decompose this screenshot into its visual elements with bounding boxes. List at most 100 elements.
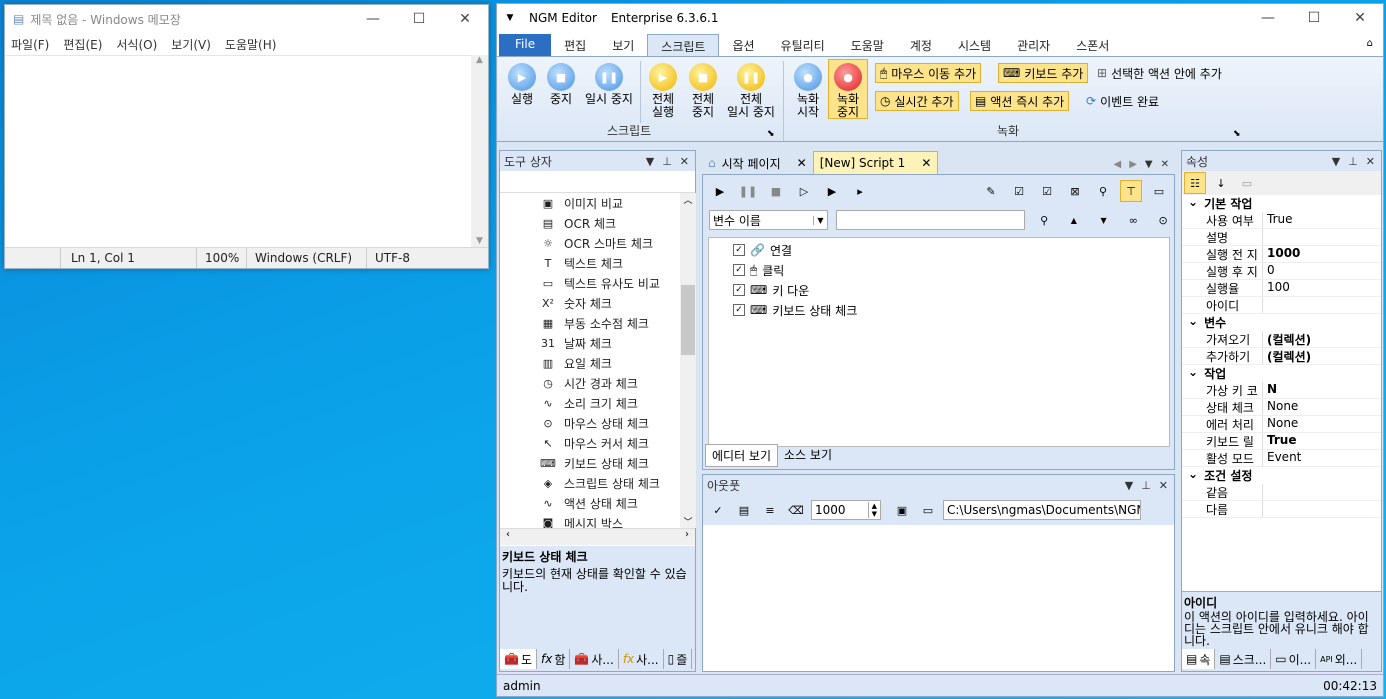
toolbox-item[interactable]: ▦ 부동 소수점 체크 <box>500 313 680 333</box>
property-value[interactable]: N <box>1262 382 1381 398</box>
up-icon[interactable]: ▲ <box>1063 209 1085 231</box>
stop-all-button[interactable]: ■ 전체 중지 <box>685 63 721 119</box>
maximize-icon[interactable]: ☐ <box>1291 10 1337 26</box>
event-done-button[interactable]: ⟳ 이벤트 완료 <box>1082 91 1163 111</box>
tab-external[interactable]: API 외... <box>1316 649 1363 669</box>
categorized-icon[interactable]: ☷ <box>1184 172 1206 194</box>
toolbox-search-input[interactable] <box>500 171 695 193</box>
property-value[interactable] <box>1262 501 1381 517</box>
toolbox-item[interactable]: T 텍스트 체크 <box>500 253 680 273</box>
add-to-selected-button[interactable]: ⊞ 선택한 액션 안에 추가 <box>1093 63 1226 83</box>
property-row[interactable]: 에러 처리 None <box>1182 416 1381 433</box>
run-from-icon[interactable]: ▷ <box>793 180 815 202</box>
stop-icon[interactable]: ■ <box>765 180 787 202</box>
tab-system[interactable]: 시스템 <box>945 34 1004 56</box>
tab-source-view[interactable]: 소스 보기 <box>778 444 838 467</box>
run-icon[interactable]: ▶ <box>709 180 731 202</box>
variable-value-input[interactable] <box>835 210 1026 230</box>
property-value[interactable]: (컬렉션) <box>1262 331 1381 347</box>
menu-edit[interactable]: 편집(E) <box>63 36 102 53</box>
toolbox-item[interactable]: X² 숫자 체크 <box>500 293 680 313</box>
toolbox-item[interactable]: ▤ OCR 체크 <box>500 213 680 233</box>
script-action-item[interactable]: ✓ ⌨ 키 다운 <box>733 280 1169 300</box>
menu-view[interactable]: 보기(V) <box>171 36 211 53</box>
toolbox-item[interactable]: ▣ 이미지 비교 <box>500 193 680 213</box>
loop-icon[interactable]: ∞ <box>1122 209 1144 231</box>
close-icon[interactable]: ✕ <box>1159 479 1168 492</box>
run-button[interactable]: ▶ 실행 <box>505 63 539 106</box>
property-row[interactable]: 사용 여부 True <box>1182 212 1381 229</box>
list-icon[interactable]: ≡ <box>759 499 781 521</box>
tab-toolbox[interactable]: 🧰 도 <box>500 649 537 669</box>
toolbox-item[interactable]: ◙ 메시지 박스 <box>500 513 680 529</box>
tab-help[interactable]: 도움말 <box>838 34 897 56</box>
tab-new-script[interactable]: [New] Script 1 ✕ <box>812 151 939 174</box>
tab-user-tools[interactable]: 🧰 사... <box>570 649 619 669</box>
property-category[interactable]: ⌄ 기본 작업 <box>1182 195 1381 212</box>
folder-icon[interactable]: ▭ <box>917 499 939 521</box>
close-icon[interactable]: ✕ <box>1161 159 1169 170</box>
minimize-icon[interactable]: — <box>350 11 396 27</box>
property-value[interactable]: None <box>1262 416 1381 432</box>
close-icon[interactable]: ✕ <box>921 156 931 170</box>
scroll-right-icon[interactable]: ▶ <box>1129 159 1137 170</box>
tab-script[interactable]: 스크립트 <box>647 34 720 56</box>
toolbox-item[interactable]: ⌨ 키보드 상태 체크 <box>500 453 680 473</box>
menu-format[interactable]: 서식(O) <box>116 36 157 53</box>
save-icon[interactable]: ▣ <box>891 499 913 521</box>
eraser-icon[interactable]: ⌫ <box>785 499 807 521</box>
tab-file[interactable]: File <box>499 34 552 56</box>
scroll-left-icon[interactable]: ◀ <box>1114 159 1122 170</box>
property-row[interactable]: 활성 모드 Event <box>1182 450 1381 467</box>
log-path-field[interactable]: C:\Users\ngmas\Documents\NGM6\ <box>943 500 1141 520</box>
delete-icon[interactable]: ⊠ <box>1064 180 1086 202</box>
property-value[interactable]: True <box>1262 433 1381 449</box>
run-all-button[interactable]: ▶ 전체 실행 <box>645 63 681 119</box>
property-value[interactable]: None <box>1262 399 1381 415</box>
tab-user-functions[interactable]: fx 사... <box>619 649 664 669</box>
property-row[interactable]: 아이디 <box>1182 297 1381 314</box>
action-checkbox[interactable]: ✓ <box>733 244 745 256</box>
notepad-scrollbar[interactable]: ▲ ▼ <box>471 55 488 248</box>
chevron-down-icon[interactable]: ⌄ <box>1182 195 1198 212</box>
clear-log-icon[interactable]: ✓ <box>707 499 729 521</box>
menu-file[interactable]: 파일(F) <box>11 36 49 53</box>
run-selected-icon[interactable]: ▶ <box>821 180 843 202</box>
check-icon[interactable]: ☑ <box>1036 180 1058 202</box>
property-row[interactable]: 추가하기 (컬렉션) <box>1182 348 1381 365</box>
toolbox-item[interactable]: ▭ 텍스트 유사도 비교 <box>500 273 680 293</box>
action-checkbox[interactable]: ✓ <box>733 284 745 296</box>
add-realtime-button[interactable]: ◷ 실시간 추가 <box>875 91 959 111</box>
property-value[interactable] <box>1262 297 1381 313</box>
chevron-down-icon[interactable]: ⌄ <box>1182 467 1198 484</box>
script-action-item[interactable]: ✓ 🖱 클릭 <box>733 260 1169 280</box>
pause-all-button[interactable]: ❚❚ 전체 일시 중지 <box>722 63 780 119</box>
record-start-button[interactable]: ● 녹화 시작 <box>791 63 825 119</box>
check-all-icon[interactable]: ☑ <box>1008 180 1030 202</box>
property-row[interactable]: 설명 <box>1182 229 1381 246</box>
toolbox-hscrollbar[interactable]: ‹ › <box>500 528 695 545</box>
tab-sponsor[interactable]: 스폰서 <box>1063 34 1122 56</box>
close-icon[interactable]: ✕ <box>442 11 488 27</box>
dropdown-icon[interactable]: ▼ <box>646 155 654 168</box>
tab-script-list[interactable]: ▤ 스크... <box>1215 649 1272 669</box>
toolbox-item[interactable]: ▥ 요일 체크 <box>500 353 680 373</box>
toolbox-vscrollbar[interactable]: ︿ ﹀ <box>680 193 696 528</box>
zoom-icon[interactable]: ⚲ <box>1092 180 1114 202</box>
dropdown-icon[interactable]: ▼ <box>1125 479 1133 492</box>
property-row[interactable]: 가져오기 (컬렉션) <box>1182 331 1381 348</box>
property-value[interactable]: 0 <box>1262 263 1381 279</box>
property-value[interactable]: 1000 <box>1262 246 1381 262</box>
property-row[interactable]: 실행 전 지 1000 <box>1182 246 1381 263</box>
tab-view[interactable]: 보기 <box>599 34 647 56</box>
property-value[interactable] <box>1262 229 1381 245</box>
quick-access-icon[interactable]: ▼ <box>497 13 523 23</box>
property-row[interactable]: 키보드 릴 True <box>1182 433 1381 450</box>
tab-functions[interactable]: fx 함 <box>537 649 571 669</box>
pin-icon[interactable]: ⊥ <box>1348 155 1358 168</box>
close-icon[interactable]: ✕ <box>680 155 689 168</box>
action-checkbox[interactable]: ✓ <box>733 304 745 316</box>
property-row[interactable]: 같음 <box>1182 484 1381 501</box>
chevron-down-icon[interactable]: ⌄ <box>1182 365 1198 382</box>
pause-icon[interactable]: ❚❚ <box>737 180 759 202</box>
